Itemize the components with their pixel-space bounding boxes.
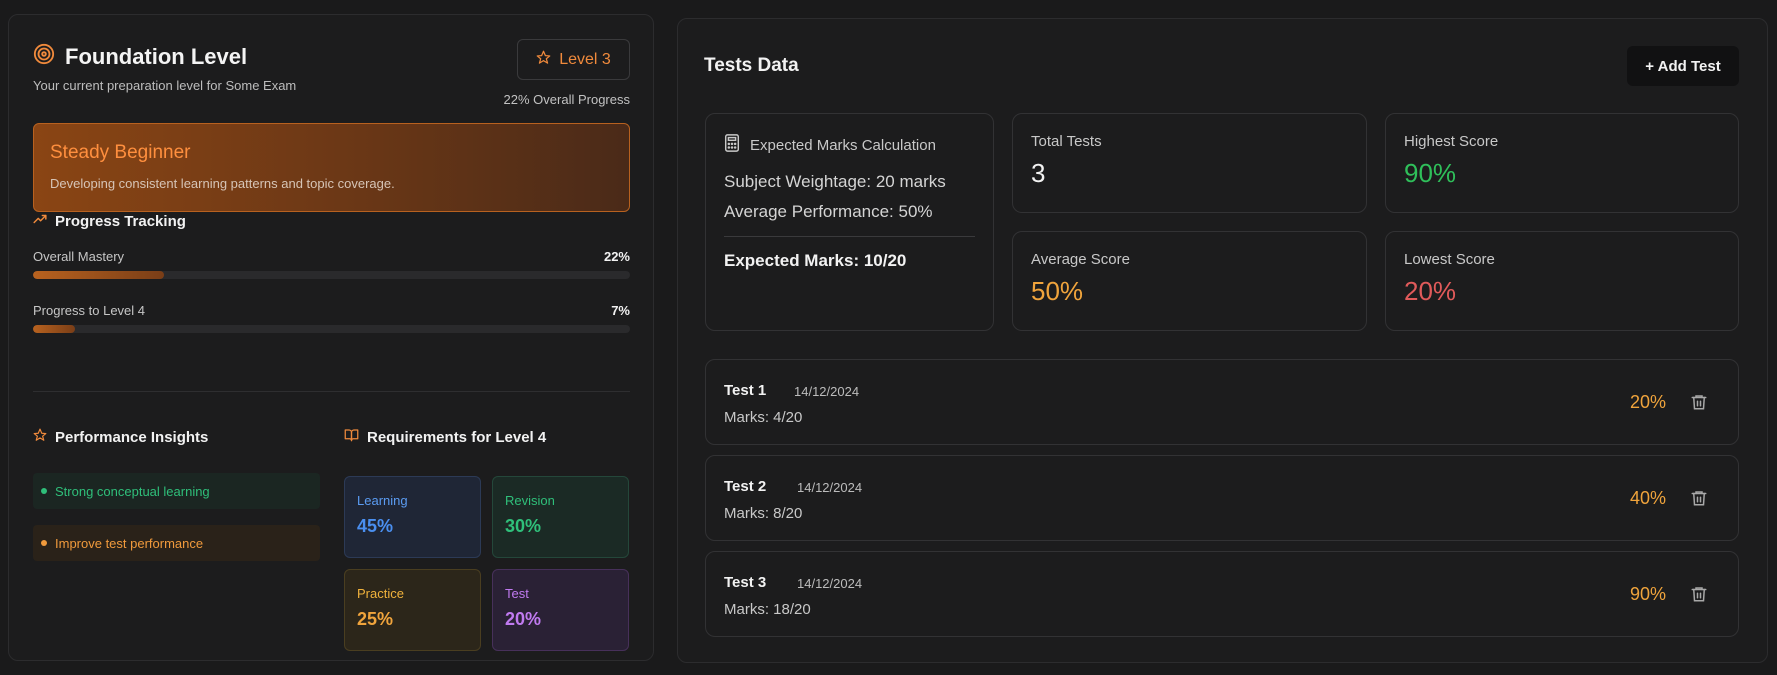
metric-label: Total Tests (1031, 133, 1102, 150)
requirement-label: Revision (505, 493, 555, 508)
level-panel: Foundation Level Your current preparatio… (8, 14, 654, 661)
star-icon (33, 428, 47, 446)
metric-value: 20% (1404, 276, 1457, 306)
progress-tracking-label: Progress Tracking (55, 212, 186, 230)
test-row: Test 2 14/12/2024 Marks: 8/20 40% (705, 455, 1739, 541)
level-badge-label: Level 3 (559, 50, 611, 68)
bullet-dot (41, 488, 47, 494)
test-date: 14/12/2024 (794, 384, 860, 399)
performance-insights-label: Performance Insights (55, 428, 209, 446)
overall-progress-text: 22% Overall Progress (503, 92, 630, 107)
requirement-value: 20% (505, 609, 542, 629)
metric-label: Average Score (1031, 251, 1130, 268)
average-score-card: Average Score 50% (1012, 231, 1367, 331)
test-row: Test 1 14/12/2024 Marks: 4/20 20% (705, 359, 1739, 445)
test-score: 20% (1629, 392, 1666, 412)
level-progress-bar (33, 325, 630, 333)
expected-marks-value: Expected Marks: 10/20 (724, 251, 907, 270)
trash-icon[interactable] (1690, 489, 1710, 509)
trash-icon[interactable] (1690, 393, 1710, 413)
requirement-practice: Practice 25% (344, 569, 481, 651)
level-status-title: Steady Beginner (50, 142, 191, 163)
test-marks: Marks: 4/20 (724, 409, 803, 426)
expected-marks-heading-text: Expected Marks Calculation (750, 136, 936, 154)
requirement-revision: Revision 30% (492, 476, 629, 558)
level-badge: Level 3 (517, 39, 630, 80)
level-progress-label: Progress to Level 4 (33, 303, 146, 318)
total-tests-card: Total Tests 3 (1012, 113, 1367, 213)
section-divider (33, 391, 630, 392)
test-row: Test 3 14/12/2024 Marks: 18/20 90% (705, 551, 1739, 637)
insight-text: Strong conceptual learning (55, 483, 210, 499)
average-performance: Average Performance: 50% (724, 202, 933, 221)
insight-text: Improve test performance (55, 535, 204, 551)
level-progress-value: 7% (611, 303, 630, 318)
overall-mastery-label: Overall Mastery (33, 249, 125, 264)
subject-weightage: Subject Weightage: 20 marks (724, 172, 946, 191)
requirements-label: Requirements for Level 4 (367, 428, 547, 446)
level-status-description: Developing consistent learning patterns … (50, 176, 395, 191)
requirement-label: Test (505, 586, 529, 601)
book-open-icon (344, 428, 359, 446)
requirement-label: Practice (357, 586, 404, 601)
level-progress-fill (33, 325, 75, 333)
requirement-label: Learning (357, 493, 408, 508)
metric-label: Highest Score (1404, 133, 1499, 150)
insight-item: Strong conceptual learning (33, 473, 320, 509)
performance-insights-heading: Performance Insights (33, 428, 208, 446)
add-test-button[interactable]: + Add Test (1627, 46, 1739, 86)
metric-value: 3 (1031, 158, 1046, 188)
lowest-score-card: Lowest Score 20% (1385, 231, 1739, 331)
level-header: Foundation Level (33, 43, 247, 70)
calc-divider (724, 236, 975, 237)
requirement-value: 30% (505, 516, 542, 536)
metric-label: Lowest Score (1404, 251, 1495, 268)
star-icon (536, 50, 551, 70)
trending-up-icon (33, 212, 47, 230)
requirement-value: 25% (357, 609, 394, 629)
test-date: 14/12/2024 (797, 576, 863, 591)
calculator-icon (724, 134, 740, 156)
metric-value: 90% (1404, 158, 1457, 188)
test-marks: Marks: 18/20 (724, 601, 811, 618)
requirement-test: Test 20% (492, 569, 629, 651)
tests-title: Tests Data (704, 55, 799, 76)
target-icon (33, 43, 55, 70)
test-date: 14/12/2024 (797, 480, 863, 495)
level-status-card: Steady Beginner Developing consistent le… (33, 123, 630, 212)
overall-mastery-value: 22% (603, 249, 630, 264)
requirement-value: 45% (357, 516, 394, 536)
test-name: Test 3 (724, 574, 767, 591)
expected-marks-card: Expected Marks Calculation Subject Weigh… (705, 113, 994, 331)
trash-icon[interactable] (1690, 585, 1710, 605)
requirement-learning: Learning 45% (344, 476, 481, 558)
overall-mastery-fill (33, 271, 165, 279)
level-title: Foundation Level (65, 43, 248, 69)
requirements-heading: Requirements for Level 4 (344, 428, 546, 446)
test-name: Test 1 (724, 382, 767, 399)
test-score: 90% (1629, 584, 1666, 604)
tests-panel: Tests Data + Add Test Expected Marks Cal… (677, 18, 1768, 663)
insight-item: Improve test performance (33, 525, 320, 561)
overall-mastery-bar (33, 271, 630, 279)
metric-value: 50% (1031, 276, 1084, 306)
expected-marks-heading: Expected Marks Calculation (724, 134, 975, 156)
test-name: Test 2 (724, 478, 767, 495)
bullet-dot (41, 540, 47, 546)
test-marks: Marks: 8/20 (724, 505, 803, 522)
highest-score-card: Highest Score 90% (1385, 113, 1739, 213)
level-subtitle: Your current preparation level for Some … (33, 78, 297, 93)
progress-tracking-heading: Progress Tracking (33, 212, 186, 230)
test-score: 40% (1629, 488, 1666, 508)
